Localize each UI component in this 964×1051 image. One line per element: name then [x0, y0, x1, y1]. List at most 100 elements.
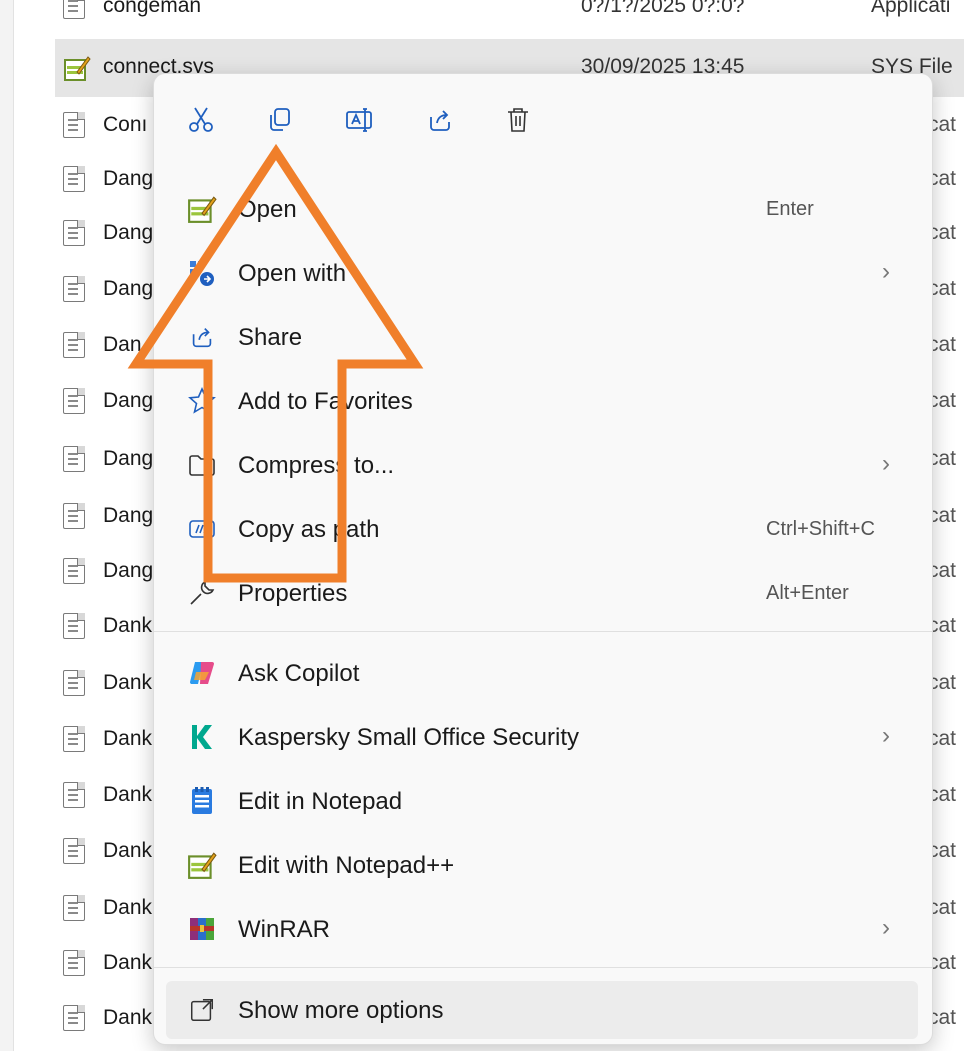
file-name: Dang — [103, 167, 154, 190]
menu-edit-with-notepadpp[interactable]: Edit with Notepad++ — [166, 836, 918, 894]
file-type: Applicati — [871, 0, 951, 17]
file-icon — [63, 782, 89, 810]
menu-separator — [154, 631, 932, 632]
file-row[interactable]: congeman 0?/1?/2025 0?:0? Applicati — [55, 0, 964, 36]
share-button[interactable] — [420, 100, 460, 140]
notepadpp-icon — [186, 193, 218, 225]
copilot-icon — [186, 657, 218, 689]
file-name: Dank — [103, 896, 153, 919]
open-with-icon — [186, 257, 218, 289]
file-name: Conı — [103, 113, 148, 136]
menu-label: Edit in Notepad — [238, 788, 403, 815]
file-date: 0?/1?/2025 0?:0? — [581, 0, 745, 17]
chevron-right-icon: › — [882, 450, 890, 477]
notepad-icon — [186, 785, 218, 817]
copy-path-icon — [186, 513, 218, 545]
file-icon — [63, 1005, 89, 1033]
context-menu: Open Enter Open with › Share Add to Favo… — [153, 73, 933, 1045]
menu-copy-as-path[interactable]: Copy as path Ctrl+Shift+C — [166, 500, 918, 558]
file-name: Dank — [103, 614, 153, 637]
delete-button[interactable] — [498, 100, 538, 140]
file-name: Dang — [103, 504, 154, 527]
file-name: Dang — [103, 277, 154, 300]
file-icon — [63, 220, 89, 248]
rename-button[interactable] — [339, 100, 379, 140]
file-icon — [63, 276, 89, 304]
file-name: Dank — [103, 783, 153, 806]
kaspersky-icon — [186, 721, 218, 753]
file-icon — [63, 446, 89, 474]
file-name: congeman — [103, 0, 202, 17]
expand-icon — [186, 994, 218, 1026]
file-icon — [63, 503, 89, 531]
menu-shortcut: Enter — [766, 198, 814, 220]
file-icon — [63, 950, 89, 978]
menu-edit-in-notepad[interactable]: Edit in Notepad — [166, 772, 918, 830]
file-name: Dang — [103, 447, 154, 470]
notepadpp-file-icon — [63, 54, 91, 82]
menu-label: Edit with Notepad++ — [238, 852, 455, 879]
file-name: Dang — [103, 559, 154, 582]
menu-label: Copy as path — [238, 516, 380, 543]
file-name: Dank — [103, 839, 153, 862]
folder-zip-icon — [186, 449, 218, 481]
menu-label: Properties — [238, 580, 348, 607]
menu-label: Show more options — [238, 997, 444, 1024]
menu-label: Ask Copilot — [238, 660, 360, 687]
menu-separator — [154, 967, 932, 968]
menu-kaspersky[interactable]: Kaspersky Small Office Security › — [166, 708, 918, 766]
file-icon — [63, 670, 89, 698]
menu-label: Kaspersky Small Office Security — [238, 724, 580, 751]
file-name: Dank — [103, 1006, 153, 1029]
copy-button[interactable] — [260, 100, 300, 140]
file-icon — [63, 726, 89, 754]
file-name: Dank — [103, 951, 153, 974]
file-icon — [63, 0, 89, 21]
file-name: Dank — [103, 727, 153, 750]
menu-show-more-options[interactable]: Show more options — [166, 981, 918, 1039]
menu-add-to-favorites[interactable]: Add to Favorites — [166, 372, 918, 430]
share-icon — [186, 321, 218, 353]
menu-label: Add to Favorites — [238, 388, 413, 415]
menu-open[interactable]: Open Enter — [166, 180, 918, 238]
menu-open-with[interactable]: Open with › — [166, 244, 918, 302]
notepadpp-icon — [186, 849, 218, 881]
chevron-right-icon: › — [882, 722, 890, 749]
file-icon — [63, 388, 89, 416]
menu-winrar[interactable]: WinRAR › — [166, 900, 918, 958]
menu-label: WinRAR — [238, 916, 331, 943]
quick-action-bar — [154, 74, 932, 164]
file-name: Dang — [103, 221, 154, 244]
file-icon — [63, 166, 89, 194]
file-icon — [63, 838, 89, 866]
menu-properties[interactable]: Properties Alt+Enter — [166, 564, 918, 622]
menu-share[interactable]: Share — [166, 308, 918, 366]
menu-ask-copilot[interactable]: Ask Copilot — [166, 644, 918, 702]
file-icon — [63, 613, 89, 641]
chevron-right-icon: › — [882, 914, 890, 941]
delete-icon — [508, 108, 528, 132]
menu-shortcut: Ctrl+Shift+C — [766, 518, 875, 540]
menu-label: Open — [238, 196, 297, 223]
share-icon — [430, 110, 450, 131]
menu-label: Share — [238, 324, 303, 351]
explorer-pane-edge — [0, 0, 14, 1051]
rename-icon — [346, 108, 372, 132]
wrench-icon — [186, 577, 218, 609]
star-icon — [186, 385, 218, 417]
file-name: Dank — [103, 671, 153, 694]
winrar-icon — [186, 913, 218, 945]
cut-button[interactable] — [181, 100, 221, 140]
file-icon — [63, 895, 89, 923]
chevron-right-icon: › — [882, 258, 890, 285]
menu-compress-to[interactable]: Compress to... › — [166, 436, 918, 494]
file-icon — [63, 112, 89, 140]
copy-icon — [270, 108, 290, 131]
menu-shortcut: Alt+Enter — [766, 582, 849, 604]
file-icon — [63, 558, 89, 586]
cut-icon — [189, 107, 213, 132]
file-name: Dan — [103, 333, 142, 356]
file-name: Dang — [103, 389, 154, 412]
menu-label: Open with — [238, 260, 347, 287]
menu-label: Compress to... — [238, 452, 395, 479]
